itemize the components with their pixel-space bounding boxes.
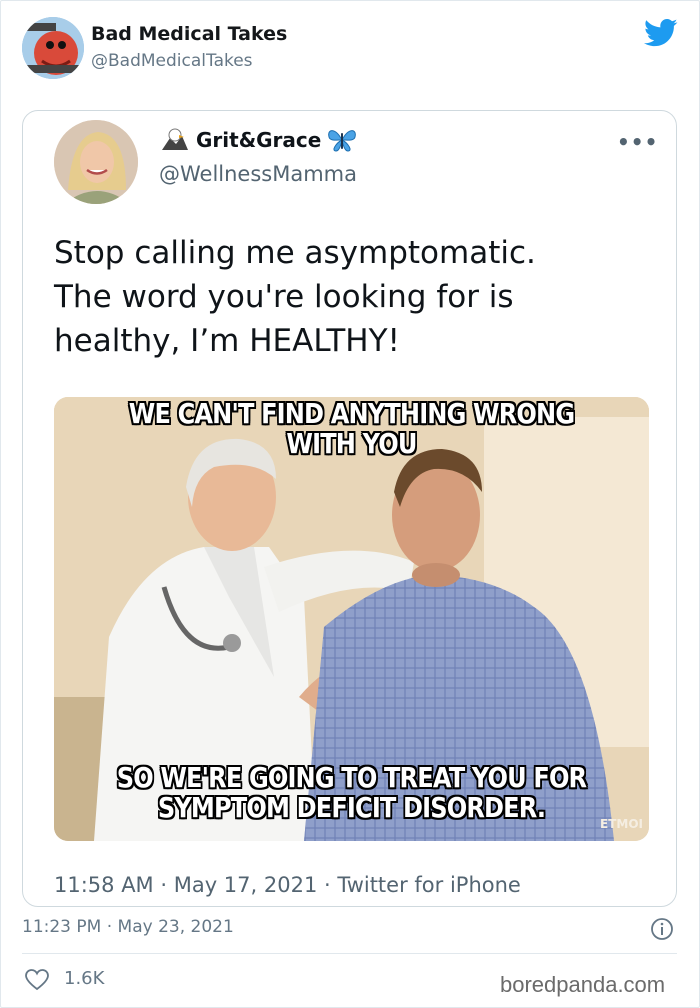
tweet-text-line: Stop calling me asymptomatic. (54, 235, 536, 271)
outer-tweet-timestamp[interactable]: 11:23 PM · May 23, 2021 (22, 917, 234, 937)
twitter-bird-icon[interactable] (644, 18, 678, 48)
like-count: 1.6K (64, 968, 105, 989)
outer-author-avatar[interactable] (22, 17, 84, 79)
meme-caption-line: WITH YOU (286, 427, 417, 460)
quoted-author-name: Grit&Grace (196, 128, 322, 152)
meme-caption-bottom: SO WE'RE GOING TO TREAT YOU FOR SYMPTOM … (96, 763, 608, 823)
meme-image[interactable]: WE CAN'T FIND ANYTHING WRONG WITH YOU SO… (54, 397, 649, 841)
meme-caption-top: WE CAN'T FIND ANYTHING WRONG WITH YOU (96, 399, 608, 459)
quoted-author-handle[interactable]: @WellnessMamma (159, 162, 357, 186)
info-icon[interactable] (650, 917, 674, 941)
quoted-tweet-card[interactable]: Grit&Grace @WellnessMamma ••• Stop calli… (22, 110, 677, 907)
boredpanda-watermark: boredpanda.com (500, 972, 666, 997)
heart-icon[interactable] (25, 969, 49, 991)
eagle-emoji-icon (162, 128, 188, 150)
quoted-tweet-text: Stop calling me asymptomatic. The word y… (54, 231, 654, 363)
outer-author-name[interactable]: Bad Medical Takes (91, 23, 287, 45)
outer-avatar-image (22, 17, 84, 79)
meme-watermark: ETMOI (600, 817, 643, 831)
quoted-author-name-row[interactable]: Grit&Grace (160, 127, 357, 153)
quoted-tweet-timestamp[interactable]: 11:58 AM · May 17, 2021 · Twitter for iP… (54, 873, 521, 897)
butterfly-emoji-icon (328, 130, 357, 152)
tweet-text-line: The word you're looking for is (54, 279, 514, 315)
quoted-author-avatar[interactable] (54, 120, 138, 204)
tweet-text-line: healthy, I’m HEALTHY! (54, 323, 400, 359)
footer-divider (22, 953, 677, 954)
outer-author-handle[interactable]: @BadMedicalTakes (91, 51, 253, 71)
quoted-avatar-image (54, 120, 138, 204)
meme-caption-line: SO WE'RE GOING TO TREAT YOU FOR (116, 761, 587, 794)
meme-caption-line: WE CAN'T FIND ANYTHING WRONG (128, 397, 575, 430)
meme-caption-line: SYMPTOM DEFICIT DISORDER. (157, 791, 546, 824)
more-dots-icon[interactable]: ••• (617, 130, 658, 154)
